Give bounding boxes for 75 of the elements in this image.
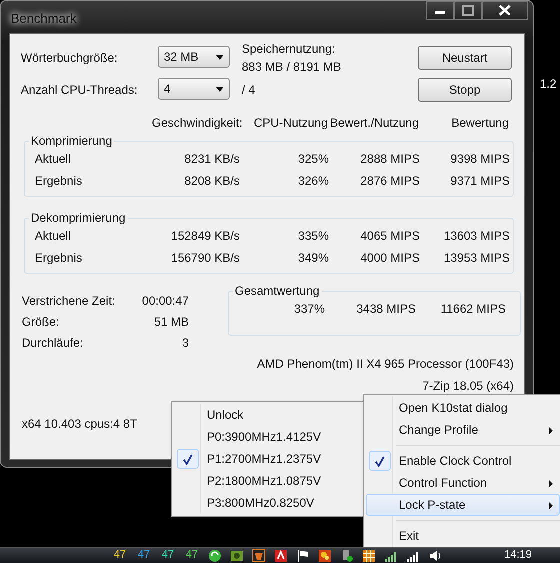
clock[interactable]: 14:19 [504, 547, 532, 563]
memory-label: Speichernutzung: [242, 41, 336, 58]
table-cell-text: 349% [297, 250, 329, 267]
group-title: Komprimierung [30, 134, 114, 148]
table-cell-text: 325% [297, 151, 329, 168]
app-icon[interactable] [252, 548, 266, 562]
processor-name: AMD Phenom(tm) II X4 965 Processor (100F43) [257, 357, 514, 371]
dictionary-size-dropdown[interactable]: 32 MB [158, 46, 230, 68]
dropdown-arrow-icon [216, 54, 224, 60]
grid-icon[interactable] [362, 548, 376, 562]
tray-reading[interactable]: 47 [112, 547, 128, 563]
menu-item[interactable]: Exit [366, 525, 560, 547]
table-cell-text: 9398 MIPS [450, 151, 510, 168]
stat-label: Größe: [22, 314, 60, 331]
table-cell-text: 13953 MIPS [442, 250, 510, 267]
tray-reading[interactable]: 47 [184, 547, 200, 563]
menu-item[interactable]: P2:1800MHz1.0875V [174, 470, 363, 492]
stop-button[interactable]: Stopp [418, 78, 512, 102]
row-label: Ergebnis [35, 250, 84, 267]
table-cell-text: 13603 MIPS [442, 228, 510, 245]
flag-icon[interactable] [296, 548, 310, 562]
setting-label: Wörterbuchgröße: [21, 50, 119, 67]
menu-item[interactable]: Control Function [366, 472, 560, 494]
thread-total: / 4 [242, 82, 256, 99]
menu-item[interactable]: Lock P-state [366, 494, 560, 516]
check-icon [183, 454, 193, 464]
row-label: Ergebnis [35, 173, 84, 190]
restart-button[interactable]: Neustart [418, 46, 512, 70]
table-cell-text: 2888 MIPS [360, 151, 420, 168]
table-cell-text: 3438 MIPS [356, 301, 416, 318]
table-cell-text: 8208 KB/s [184, 173, 240, 190]
speaker-icon[interactable] [428, 548, 442, 562]
stat-value: 00:00:47 [141, 293, 189, 310]
menu-item[interactable]: Enable Clock Control [366, 450, 560, 472]
stat-value: 51 MB [153, 314, 189, 331]
table-cell-text: 337% [293, 301, 325, 318]
stat-value: 3 [181, 335, 189, 352]
group-title: Gesamtwertung [234, 284, 321, 298]
table-cell-text: 2876 MIPS [360, 173, 420, 190]
stat-label: Durchläufe: [22, 335, 84, 352]
menu-item[interactable]: Open K10stat dialog [366, 397, 560, 419]
stat-label: Verstrichene Zeit: [22, 293, 116, 310]
tray-reading[interactable]: 47 [160, 547, 176, 563]
menu-item[interactable]: P3:800MHz0.8250V [174, 492, 363, 514]
menu-item[interactable]: P0:3900MHz1.4125V [174, 426, 363, 448]
column-header: Bewertung [450, 115, 509, 132]
row-label: Aktuell [35, 228, 72, 245]
sync-icon[interactable] [208, 548, 222, 562]
menu-item[interactable]: P1:2700MHz1.2375V [174, 448, 363, 470]
table-cell-text: 335% [297, 228, 329, 245]
table-cell-text: 8231 KB/s [184, 151, 240, 168]
tray-reading[interactable]: 47 [136, 547, 152, 563]
app-icon[interactable] [318, 548, 332, 562]
setting-label: Anzahl CPU-Threads: [21, 82, 139, 99]
system-info-text: x64 10.403 cpus:4 8T [22, 417, 138, 431]
menu-item[interactable]: Change Profile [366, 419, 560, 441]
table-cell-text: 9371 MIPS [450, 173, 510, 190]
row-label: Aktuell [35, 151, 72, 168]
table-cell-text: 152849 KB/s [170, 228, 240, 245]
desktop-text: 1.2 [540, 76, 557, 93]
check-icon [375, 456, 385, 466]
window-title: Benchmark [11, 10, 77, 28]
group-title: Dekomprimierung [30, 211, 127, 225]
table-cell-text: 156790 KB/s [170, 250, 240, 267]
table-cell-text: 4065 MIPS [360, 228, 420, 245]
table-cell-text: 4000 MIPS [360, 250, 420, 267]
table-cell-text: 11662 MIPS [440, 301, 506, 318]
usb-drive-icon[interactable] [340, 548, 354, 562]
table-cell-text: 326% [297, 173, 329, 190]
dropdown-arrow-icon [216, 86, 224, 92]
thread-count-dropdown[interactable]: 4 [158, 78, 230, 100]
memory-value: 883 MB / 8191 MB [242, 59, 342, 76]
menu-item[interactable]: Unlock [174, 404, 363, 426]
column-header: Bewert./Nutzung [329, 115, 419, 132]
version-text: 7-Zip 18.05 (x64) [422, 379, 514, 393]
